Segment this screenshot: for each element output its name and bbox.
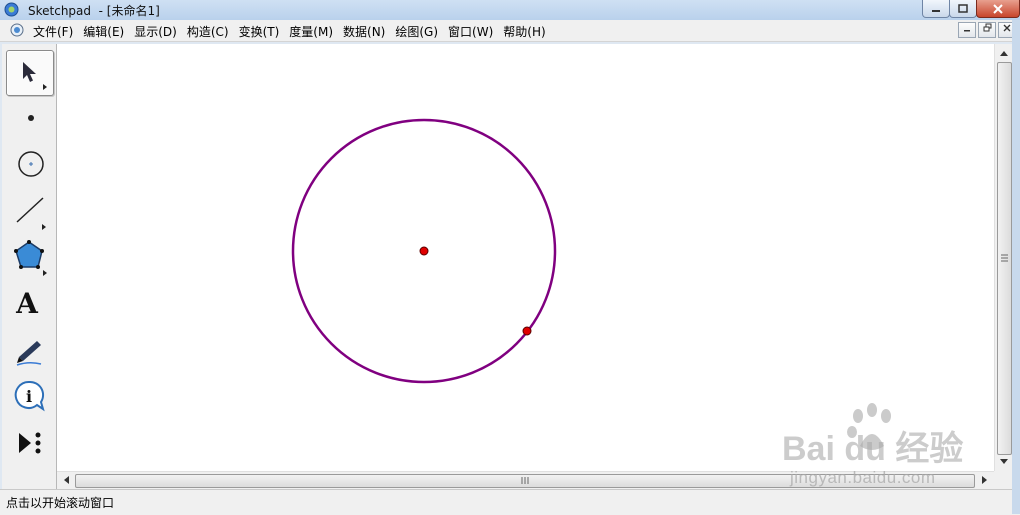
maximize-window-button[interactable]: [949, 0, 977, 18]
arrow-select-icon: [23, 62, 47, 90]
arrow-left-icon: [64, 476, 69, 484]
scroll-down-button[interactable]: [996, 454, 1012, 470]
marker-icon: [16, 341, 42, 366]
menu-window[interactable]: 窗口(W): [443, 23, 498, 40]
restore-icon: [983, 23, 991, 32]
maximize-icon: [958, 4, 968, 13]
vertical-scroll-thumb[interactable]: [997, 62, 1012, 455]
arrow-select-tool[interactable]: [6, 50, 54, 96]
close-icon: [993, 3, 1003, 14]
menu-bar: 文件(F) 编辑(E) 显示(D) 构造(C) 变换(T) 度量(M) 数据(N…: [0, 20, 1020, 42]
compass-circle-icon: [18, 151, 44, 177]
polygon-icon: [14, 240, 47, 276]
menu-display[interactable]: 显示(D): [129, 23, 182, 40]
compass-tool[interactable]: [6, 142, 52, 186]
information-tool[interactable]: i: [6, 374, 52, 418]
watermark-url: jingyan.baidu.com: [790, 468, 936, 487]
toolbox: A i: [2, 44, 57, 489]
document-window-controls: [958, 22, 1016, 38]
vertical-scrollbar[interactable]: [994, 44, 1013, 471]
menu-file[interactable]: 文件(F): [28, 23, 78, 40]
polygon-tool[interactable]: [6, 234, 52, 278]
custom-tool[interactable]: [6, 421, 52, 465]
menu-transform[interactable]: 变换(T): [234, 23, 285, 40]
arrow-up-icon: [1000, 51, 1008, 56]
menu-graph[interactable]: 绘图(G): [390, 23, 443, 40]
custom-tool-icon: [19, 432, 41, 454]
window-frame-right: [1012, 20, 1020, 514]
menu-measure[interactable]: 度量(M): [284, 23, 338, 40]
grip-icon: [521, 477, 529, 484]
minimize-icon: [964, 30, 970, 32]
menu-items: 文件(F) 编辑(E) 显示(D) 构造(C) 变换(T) 度量(M) 数据(N…: [28, 23, 551, 40]
menu-construct[interactable]: 构造(C): [182, 23, 234, 40]
marker-tool[interactable]: [6, 327, 52, 371]
straightedge-tool[interactable]: [6, 188, 52, 232]
arrow-right-icon: [982, 476, 987, 484]
radius-point[interactable]: [522, 326, 532, 336]
arrow-down-icon: [1000, 459, 1008, 464]
window-controls: [922, 0, 1020, 19]
scroll-up-button[interactable]: [996, 45, 1012, 61]
grip-icon: [1001, 254, 1008, 262]
menu-edit[interactable]: 编辑(E): [78, 23, 129, 40]
menu-data[interactable]: 数据(N): [338, 23, 390, 40]
document-minimize-button[interactable]: [958, 22, 976, 38]
straightedge-icon: [16, 197, 46, 230]
close-icon: [1003, 24, 1011, 32]
sketchpad-app-icon[interactable]: [4, 2, 19, 17]
minimize-window-button[interactable]: [922, 0, 950, 18]
text-tool[interactable]: A: [6, 281, 52, 325]
text-tool-icon: A: [16, 286, 38, 320]
scroll-left-button[interactable]: [58, 472, 74, 488]
information-icon: i: [14, 380, 45, 412]
point-tool[interactable]: [6, 96, 52, 140]
document-icon[interactable]: [10, 23, 24, 37]
center-point[interactable]: [419, 246, 429, 256]
status-text: 点击以开始滚动窗口: [6, 496, 115, 510]
minimize-icon: [932, 9, 940, 12]
watermark-brand: Bai du 经验: [782, 429, 963, 468]
svg-text:i: i: [26, 387, 32, 406]
document-restore-button[interactable]: [978, 22, 996, 38]
window-title: Sketchpad - [未命名1]: [28, 4, 160, 18]
status-bar: 点击以开始滚动窗口: [0, 489, 1020, 515]
point-tool-icon: [28, 115, 34, 121]
menu-help[interactable]: 帮助(H): [498, 23, 550, 40]
close-window-button[interactable]: [976, 0, 1020, 18]
scrollbar-corner: [994, 471, 1013, 489]
title-bar: Sketchpad - [未命名1]: [0, 0, 1020, 20]
